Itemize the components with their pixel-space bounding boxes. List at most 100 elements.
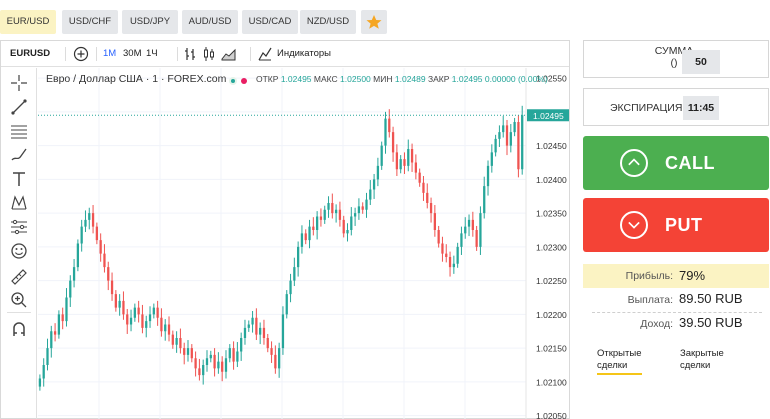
crosshair-icon[interactable] — [10, 74, 28, 92]
call-button[interactable]: CALL — [583, 136, 769, 190]
candle — [388, 118, 391, 133]
candle — [148, 314, 152, 322]
ohlc-open-key: ОТКР — [256, 74, 279, 84]
tab-open-deals[interactable]: Открытые сделки — [597, 348, 641, 372]
y-tick-label: 1.02450 — [536, 141, 567, 151]
candle — [221, 361, 224, 372]
drawing-toolbar — [1, 68, 37, 419]
candles-chart-type-icon[interactable] — [203, 46, 215, 62]
y-tick-label: 1.02100 — [536, 377, 567, 387]
candle — [521, 115, 524, 170]
tab-usd-jpy[interactable]: USD/JPY — [122, 10, 178, 34]
candle — [338, 209, 342, 220]
candle — [410, 149, 414, 163]
candle — [517, 122, 520, 170]
zoom-in-icon[interactable] — [10, 291, 28, 309]
candle — [350, 216, 353, 230]
market-status-icon — [229, 77, 247, 85]
expiration-input[interactable]: 11:45 — [683, 96, 719, 120]
y-tick-label: 1.02150 — [536, 344, 567, 354]
payout-label: Выплата: — [627, 294, 673, 306]
candle — [479, 213, 482, 247]
put-label: PUT — [665, 215, 703, 235]
candle — [441, 243, 444, 254]
candle — [505, 125, 509, 146]
candle — [50, 331, 53, 349]
add-symbol-icon[interactable] — [73, 46, 89, 62]
y-tick-label: 1.02400 — [536, 175, 567, 185]
bar-chart-type-icon[interactable] — [184, 47, 196, 61]
income-row: Доход: 39.50 RUB — [583, 314, 769, 336]
candle — [490, 152, 493, 166]
candle — [129, 317, 133, 325]
ohlc-close-key: ЗАКР — [427, 74, 450, 84]
pattern-icon[interactable] — [10, 194, 28, 212]
candle — [429, 203, 433, 214]
candle — [224, 358, 228, 372]
trend-line-icon[interactable] — [10, 98, 28, 116]
measure-lines-icon[interactable] — [10, 218, 28, 236]
tab-nzd-usd[interactable]: NZD/USD — [300, 10, 356, 34]
favorites-button[interactable] — [361, 10, 387, 34]
candle — [342, 219, 345, 234]
candle — [255, 317, 258, 335]
candle — [247, 324, 250, 328]
candle — [391, 132, 395, 153]
put-button[interactable]: PUT — [583, 198, 769, 252]
tab-usd-chf[interactable]: USD/CHF — [62, 10, 118, 34]
candle — [110, 280, 114, 295]
horizontal-lines-icon[interactable] — [10, 122, 28, 140]
candle — [122, 300, 125, 315]
chart-toolbar: EURUSD 1М 30М 1Ч Индикаторы — [1, 41, 569, 67]
brush-icon[interactable] — [10, 146, 28, 164]
candle — [152, 307, 155, 315]
chart-legend: Евро / Доллар США · 1 · FOREX.com — [46, 73, 226, 87]
indicators-icon[interactable] — [258, 47, 272, 61]
ohlc-close-value: 1.02495 — [451, 74, 483, 84]
emoji-icon[interactable] — [10, 242, 28, 260]
candle — [414, 162, 418, 173]
candle — [319, 216, 323, 220]
tab-usd-cad[interactable]: USD/CAD — [242, 10, 298, 34]
candle — [323, 209, 326, 220]
candle — [217, 361, 220, 369]
candle — [494, 138, 497, 153]
text-icon[interactable] — [10, 170, 28, 188]
candle — [475, 230, 478, 247]
candle — [297, 246, 300, 268]
candle — [103, 253, 106, 268]
price-chart[interactable]: 1.025501.025001.024501.024001.023501.023… — [38, 68, 569, 419]
candle — [186, 348, 190, 355]
indicators-button[interactable]: Индикаторы — [277, 41, 331, 67]
candle — [53, 331, 57, 335]
candle — [483, 186, 486, 214]
candle — [232, 348, 235, 362]
candle — [426, 192, 429, 203]
amount-input[interactable]: 50 — [682, 50, 720, 74]
magnet-icon[interactable] — [10, 320, 28, 338]
candle — [278, 348, 281, 369]
profit-row: Прибыль: 79% — [583, 264, 769, 288]
candle — [422, 182, 425, 193]
chart-panel: EURUSD 1М 30М 1Ч Индикаторы 1.02550 1.02… — [0, 40, 570, 419]
area-chart-type-icon[interactable] — [221, 47, 237, 61]
candle — [502, 125, 505, 133]
candle — [160, 317, 163, 332]
tab-aud-usd[interactable]: AUD/USD — [182, 10, 238, 34]
tab-closed-deals[interactable]: Закрытые сделки — [680, 348, 724, 372]
chevron-down-icon — [620, 211, 648, 239]
interval-1h[interactable]: 1Ч — [146, 41, 158, 67]
candle — [293, 267, 296, 281]
tab-eur-usd[interactable]: EUR/USD — [0, 10, 56, 34]
symbol-search[interactable]: EURUSD — [10, 41, 50, 67]
candle — [403, 159, 406, 166]
last-price-label: 1.02495 — [533, 111, 564, 121]
interval-1m[interactable]: 1М — [103, 41, 116, 67]
interval-30m[interactable]: 30М — [123, 41, 141, 67]
candle — [194, 358, 197, 369]
candle — [91, 213, 95, 227]
expiration-box: ЭКСПИРАЦИЯ 11:45 — [583, 88, 769, 126]
candle — [433, 213, 436, 230]
ruler-icon[interactable] — [10, 268, 28, 286]
candle — [65, 297, 68, 322]
